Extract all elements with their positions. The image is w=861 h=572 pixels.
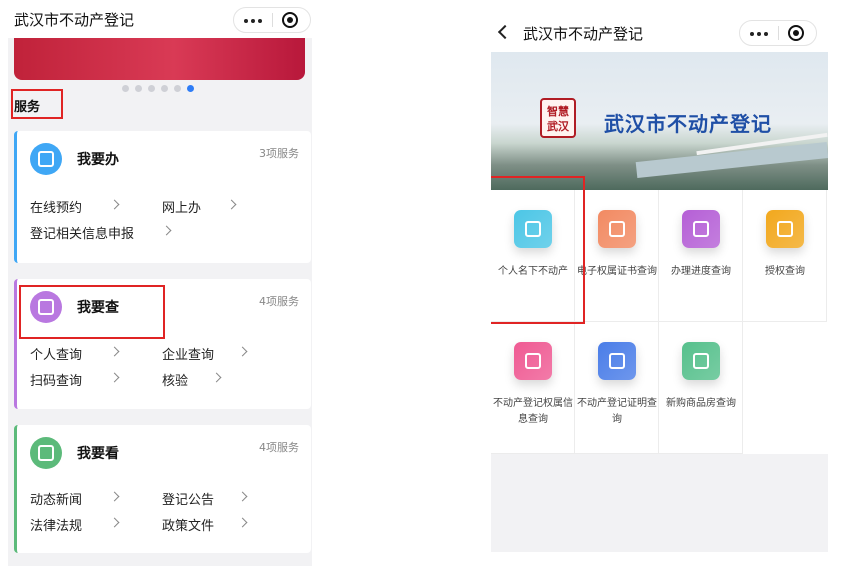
smart-wuhan-seal: 智慧 武汉 — [540, 98, 576, 138]
banner-title: 武汉市不动产登记 — [604, 112, 772, 136]
shield-icon — [766, 210, 804, 248]
document-icon — [30, 437, 62, 469]
service-label: 办理进度查询 — [671, 266, 731, 277]
service-label: 电子权属证书查询 — [577, 266, 657, 277]
capsule-menu — [739, 20, 817, 46]
chevron-right-icon — [109, 517, 120, 528]
highlight-box-woyaocha — [19, 285, 165, 339]
item-policies[interactable]: 政策文件 — [162, 515, 214, 534]
chevron-right-icon — [226, 199, 237, 210]
certificate-icon — [598, 210, 636, 248]
chevron-right-icon — [109, 491, 120, 502]
right-header: 武汉市不动产登记 — [491, 14, 828, 52]
highlight-box-service — [11, 89, 63, 119]
service-label: 不动产登记权属信息查询 — [493, 398, 573, 425]
chevron-right-icon — [211, 372, 222, 383]
card-service-count: 3项服务 — [259, 147, 299, 160]
item-personal-query[interactable]: 个人查询 — [30, 344, 82, 363]
building-icon — [682, 342, 720, 380]
service-label: 授权查询 — [765, 266, 805, 277]
item-online-appointment[interactable]: 在线预约 — [30, 197, 82, 216]
item-verification[interactable]: 核验 — [162, 370, 188, 389]
left-screen: 武汉市不动产登记 服务 我要办 3项服务 在线预约 网上办 登记相关信息申报 我… — [8, 0, 312, 566]
item-news[interactable]: 动态新闻 — [30, 489, 82, 508]
service-ownership-info-query[interactable]: 不动产登记权属信息查询 — [491, 322, 575, 454]
chevron-right-icon — [237, 517, 248, 528]
hourglass-icon — [682, 210, 720, 248]
file-search-icon — [598, 342, 636, 380]
chevron-right-icon — [237, 346, 248, 357]
chevron-right-icon — [109, 346, 120, 357]
card-title: 我要办 — [77, 152, 119, 168]
banner-carousel[interactable] — [14, 38, 305, 80]
edit-icon — [30, 143, 62, 175]
item-info-declaration[interactable]: 登记相关信息申报 — [30, 223, 134, 242]
more-icon[interactable] — [750, 32, 770, 36]
item-online-handling[interactable]: 网上办 — [162, 197, 201, 216]
right-app-title: 武汉市不动产登记 — [523, 25, 644, 43]
right-screen: 武汉市不动产登记 智慧 武汉 武汉市不动产登记 个人名下不动产 电子权属证书查询办… — [491, 14, 828, 552]
service-certificate-proof-query[interactable]: 不动产登记证明查询 — [575, 322, 659, 454]
card-title: 我要看 — [77, 446, 119, 462]
more-icon[interactable] — [244, 19, 264, 23]
item-laws[interactable]: 法律法规 — [30, 515, 82, 534]
card-woyaokan: 我要看 4项服务 动态新闻 登记公告 法律法规 政策文件 — [14, 425, 311, 553]
chevron-right-icon — [109, 372, 120, 383]
city-banner: 智慧 武汉 武汉市不动产登记 — [491, 52, 828, 190]
close-miniprogram-icon[interactable] — [282, 12, 298, 28]
service-progress-query[interactable]: 办理进度查询 — [659, 190, 743, 322]
service-label: 新购商品房查询 — [666, 398, 736, 409]
chevron-right-icon — [109, 199, 120, 210]
card-service-count: 4项服务 — [259, 295, 299, 308]
service-e-certificate-query[interactable]: 电子权属证书查询 — [575, 190, 659, 322]
card-woyaoban: 我要办 3项服务 在线预约 网上办 登记相关信息申报 — [14, 131, 311, 263]
service-new-house-query[interactable]: 新购商品房查询 — [659, 322, 743, 454]
service-label: 不动产登记证明查询 — [577, 398, 657, 425]
chevron-right-icon — [237, 491, 248, 502]
search-document-icon — [514, 342, 552, 380]
left-header: 武汉市不动产登记 — [8, 0, 312, 38]
chevron-right-icon — [161, 225, 172, 236]
left-app-title: 武汉市不动产登记 — [14, 11, 135, 29]
item-enterprise-query[interactable]: 企业查询 — [162, 344, 214, 363]
card-service-count: 4项服务 — [259, 441, 299, 454]
close-miniprogram-icon[interactable] — [788, 25, 804, 41]
item-announcement[interactable]: 登记公告 — [162, 489, 214, 508]
service-authorization-query[interactable]: 授权查询 — [743, 190, 827, 322]
highlight-box-personal-property — [491, 176, 585, 324]
item-scan-query[interactable]: 扫码查询 — [30, 370, 82, 389]
back-icon[interactable] — [497, 24, 513, 40]
capsule-menu — [233, 7, 311, 33]
